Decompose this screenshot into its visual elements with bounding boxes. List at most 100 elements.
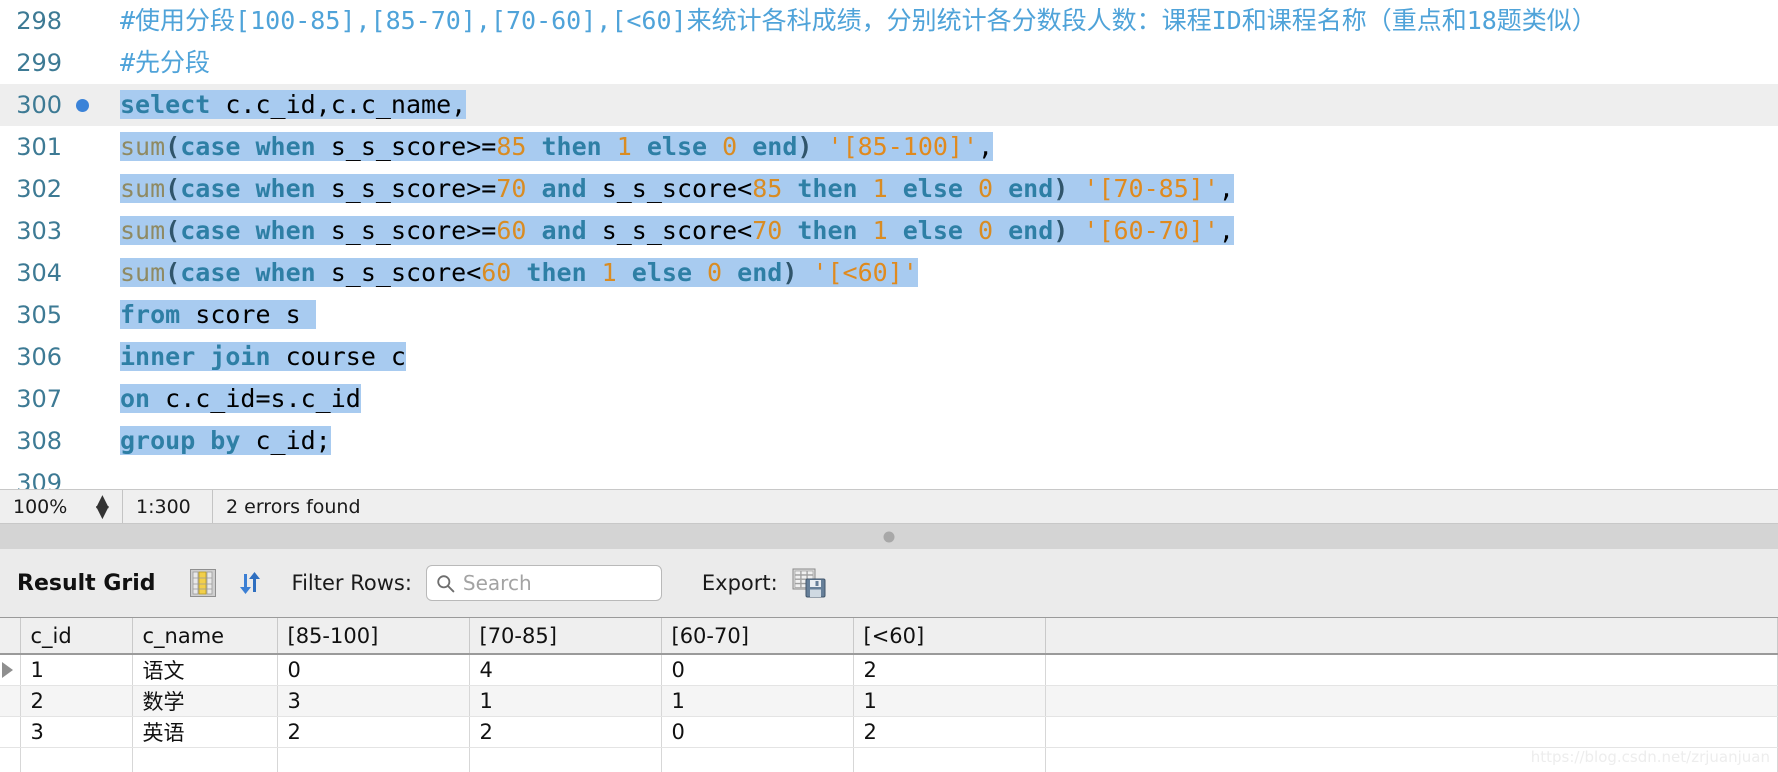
code-line[interactable]: 301 sum(case when s_s_score>=85 then 1 el… xyxy=(0,126,1778,168)
column-header[interactable]: c_id xyxy=(20,618,133,655)
code-line[interactable]: 303 sum(case when s_s_score>=60 and s_s_s… xyxy=(0,210,1778,252)
code-token: else xyxy=(887,174,978,203)
table-cell[interactable]: 3 xyxy=(20,716,133,748)
code-line[interactable]: 298 #使用分段[100-85],[85-70],[70-60],[<60]来统… xyxy=(0,0,1778,42)
code-token: and xyxy=(526,174,602,203)
table-cell[interactable]: 2 xyxy=(469,716,662,748)
table-cell[interactable] xyxy=(853,747,1046,772)
row-selector[interactable] xyxy=(0,685,21,717)
table-cell[interactable] xyxy=(132,747,278,772)
code-text[interactable]: inner join course c xyxy=(120,336,406,378)
column-header[interactable]: [60-70] xyxy=(661,618,854,655)
table-cell[interactable] xyxy=(1045,685,1778,717)
column-header[interactable] xyxy=(1045,618,1778,655)
table-header-row: c_id c_name [85-100] [70-85] [60-70] [<60] xyxy=(0,618,1778,655)
code-text[interactable]: #使用分段[100-85],[85-70],[70-60],[<60]来统计各科… xyxy=(120,0,1597,42)
code-line[interactable]: 309 xyxy=(0,462,1778,489)
table-cell[interactable]: 1 xyxy=(469,685,662,717)
code-token: else xyxy=(616,258,708,287)
table-cell[interactable] xyxy=(1045,654,1778,686)
table-cell[interactable]: 3 xyxy=(277,685,470,717)
table-cell[interactable]: 语文 xyxy=(132,654,278,686)
code-text[interactable]: sum(case when s_s_score>=60 and s_s_scor… xyxy=(120,210,1234,252)
line-number: 304 xyxy=(16,259,62,287)
column-header[interactable]: [85-100] xyxy=(277,618,470,655)
result-grid[interactable]: c_id c_name [85-100] [70-85] [60-70] [<60] 1语… xyxy=(0,617,1778,772)
zoom-level-control[interactable]: 100% ▲ ▼ xyxy=(0,490,123,523)
code-text[interactable]: from score s xyxy=(120,294,316,336)
current-row-arrow-icon xyxy=(2,662,13,678)
column-header[interactable]: c_name xyxy=(132,618,278,655)
code-text[interactable]: group by c_id; xyxy=(120,420,331,462)
table-cell[interactable] xyxy=(469,747,662,772)
table-cell[interactable]: 0 xyxy=(277,654,470,686)
row-selector[interactable] xyxy=(0,747,21,772)
code-text[interactable]: sum(case when s_s_score>=70 and s_s_scor… xyxy=(120,168,1234,210)
mysql-workbench-window: 298 #使用分段[100-85],[85-70],[70-60],[<60]来统… xyxy=(0,0,1778,772)
table-cell[interactable]: 0 xyxy=(661,654,854,686)
code-line[interactable]: 308 group by c_id; xyxy=(0,420,1778,462)
table-cell[interactable]: 2 xyxy=(853,716,1046,748)
splitter-grip-icon[interactable] xyxy=(883,531,895,542)
code-token: ) xyxy=(797,132,813,161)
table-cell[interactable]: 2 xyxy=(277,716,470,748)
code-line[interactable]: 307 on c.c_id=s.c_id xyxy=(0,378,1778,420)
table-cell[interactable]: 数学 xyxy=(132,685,278,717)
table-row[interactable]: 2 数学 3 1 1 1 xyxy=(0,685,1778,717)
table-cell[interactable]: 2 xyxy=(853,654,1046,686)
refresh-icon[interactable] xyxy=(236,569,264,597)
code-text[interactable]: on c.c_id=s.c_id xyxy=(120,378,361,420)
column-header[interactable]: [70-85] xyxy=(469,618,662,655)
editor-status-bar: 100% ▲ ▼ 1:300 2 errors found xyxy=(0,489,1778,524)
row-selector[interactable] xyxy=(0,654,21,686)
table-cell[interactable] xyxy=(661,747,854,772)
export-save-icon[interactable] xyxy=(792,567,826,599)
table-cell[interactable]: 1 xyxy=(20,654,133,686)
code-token: end xyxy=(993,174,1054,203)
table-cell[interactable]: 1 xyxy=(853,685,1046,717)
code-token: #先分段 xyxy=(120,48,211,77)
code-line[interactable]: 305 from score s xyxy=(0,294,1778,336)
code-text[interactable]: sum(case when s_s_score<60 then 1 else 0… xyxy=(120,252,918,294)
table-cell[interactable] xyxy=(20,747,133,772)
code-token: 85 xyxy=(752,174,783,203)
line-number: 307 xyxy=(16,385,62,413)
statement-marker-icon[interactable] xyxy=(76,98,89,112)
code-token: from xyxy=(120,300,196,329)
code-text[interactable]: select c.c_id,c.c_name, xyxy=(120,84,467,126)
table-cell[interactable] xyxy=(1045,716,1778,748)
breakpoint-gutter[interactable] xyxy=(66,98,120,112)
error-status-text: 2 errors found xyxy=(226,495,361,518)
sql-editor[interactable]: 298 #使用分段[100-85],[85-70],[70-60],[<60]来统… xyxy=(0,0,1778,489)
error-status[interactable]: 2 errors found xyxy=(213,490,374,523)
table-cell[interactable]: 英语 xyxy=(132,716,278,748)
code-token: 1 xyxy=(601,258,617,287)
code-token: , xyxy=(978,132,994,161)
code-text[interactable]: sum(case when s_s_score>=85 then 1 else … xyxy=(120,126,994,168)
search-input[interactable]: Search xyxy=(425,565,662,601)
code-line[interactable]: 304 sum(case when s_s_score<60 then 1 els… xyxy=(0,252,1778,294)
code-token: and xyxy=(526,216,602,245)
code-line[interactable]: 306 inner join course c xyxy=(0,336,1778,378)
code-token: case when xyxy=(180,258,331,287)
code-line[interactable]: 300 select c.c_id,c.c_name, xyxy=(0,84,1778,126)
zoom-stepper-icon[interactable]: ▲ ▼ xyxy=(96,493,109,520)
code-text[interactable]: #先分段 xyxy=(120,42,210,84)
code-token xyxy=(1068,174,1084,203)
code-token: 70 xyxy=(752,216,783,245)
table-row-empty[interactable] xyxy=(0,747,1778,772)
table-row[interactable]: 3 英语 2 2 0 2 xyxy=(0,716,1778,748)
table-row[interactable]: 1 语文 0 4 0 2 xyxy=(0,654,1778,686)
table-cell[interactable] xyxy=(277,747,470,772)
code-token: , xyxy=(1218,216,1234,245)
code-line[interactable]: 299 #先分段 xyxy=(0,42,1778,84)
table-cell[interactable]: 2 xyxy=(20,685,133,717)
column-header[interactable]: [<60] xyxy=(853,618,1046,655)
row-selector[interactable] xyxy=(0,716,21,748)
table-cell[interactable]: 4 xyxy=(469,654,662,686)
grid-view-icon[interactable] xyxy=(189,569,216,597)
table-cell[interactable]: 1 xyxy=(661,685,854,717)
code-line[interactable]: 302 sum(case when s_s_score>=70 and s_s_s… xyxy=(0,168,1778,210)
pane-splitter[interactable] xyxy=(0,524,1778,549)
table-cell[interactable]: 0 xyxy=(661,716,854,748)
